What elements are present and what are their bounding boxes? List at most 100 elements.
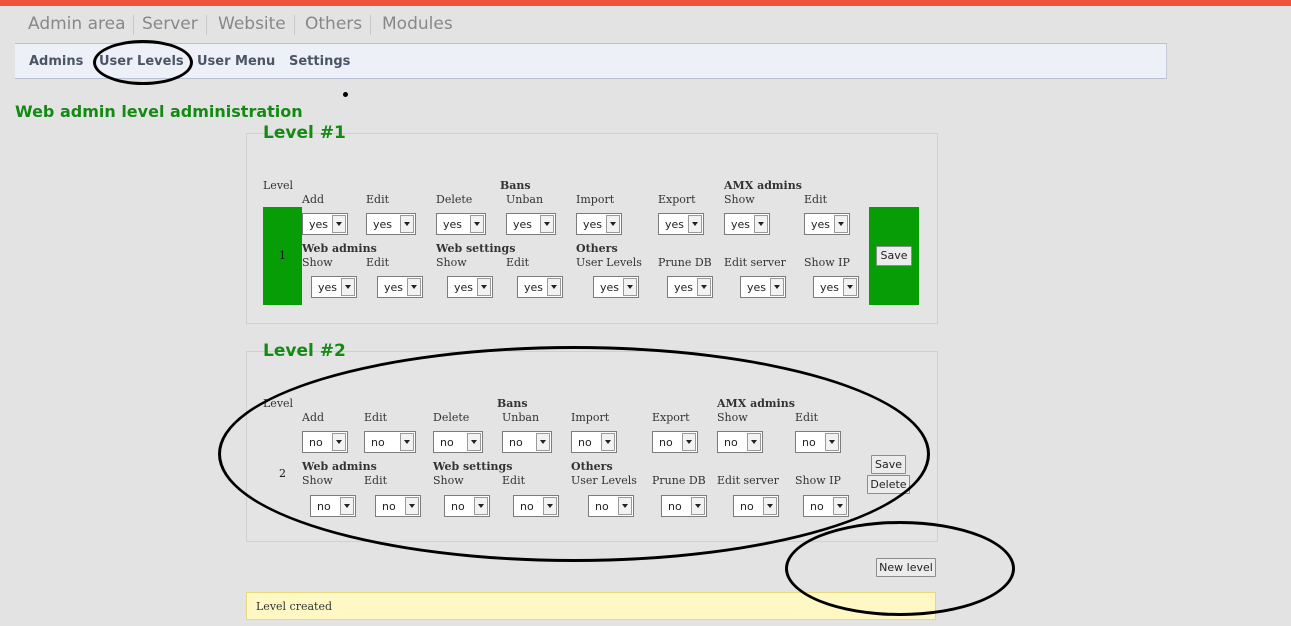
level-2-edit-server-select[interactable]: no (733, 495, 779, 517)
level-2-web-settings-edit-select[interactable]: no (513, 495, 559, 517)
label-edit: Edit (366, 193, 390, 206)
level-1-user-levels-select[interactable]: yes (593, 276, 639, 298)
level-2-export-select[interactable]: no (652, 431, 698, 453)
chevron-down-icon (474, 497, 488, 515)
label-amx-show: Show (717, 411, 748, 424)
label-import: Import (571, 411, 610, 424)
level-2-save-button[interactable]: Save (871, 455, 906, 474)
label-prune-db: Prune DB (652, 474, 706, 487)
label-show-ip: Show IP (795, 474, 841, 487)
chevron-down-icon (540, 215, 554, 233)
level-1-show-ip-select[interactable]: yes (813, 276, 859, 298)
level-2-amx-show-select[interactable]: no (717, 431, 763, 453)
main-nav-modules[interactable]: Modules (382, 14, 453, 34)
label-delete: Delete (436, 193, 473, 206)
sub-nav-admins[interactable]: Admins (29, 54, 83, 69)
chevron-down-icon (467, 433, 481, 451)
level-1-export-select[interactable]: yes (658, 213, 704, 235)
level-2-web-settings-show-select[interactable]: no (444, 495, 490, 517)
level-1-web-admins-edit-select[interactable]: yes (377, 276, 423, 298)
level-1-add-select[interactable]: yes (302, 213, 348, 235)
level-1-amx-edit-select[interactable]: yes (804, 213, 850, 235)
main-nav-server[interactable]: Server (142, 14, 198, 34)
status-notice: Level created (246, 592, 936, 620)
label-unban: Unban (502, 411, 540, 424)
label-user-levels: User Levels (576, 256, 642, 269)
level-2-import-select[interactable]: no (571, 431, 617, 453)
chevron-down-icon (843, 278, 857, 296)
label-web-admins-edit: Edit (364, 474, 388, 487)
main-nav-admin-area[interactable]: Admin area (28, 14, 126, 34)
level-2-user-levels-select[interactable]: no (588, 495, 634, 517)
label-delete: Delete (433, 411, 470, 424)
sub-nav: Admins User Levels User Menu Settings (15, 43, 1167, 79)
label-web-settings-show: Show (433, 474, 464, 487)
level-2-add-select[interactable]: no (302, 431, 348, 453)
level-2-delete-select[interactable]: no (433, 431, 483, 453)
level-1-edit-select[interactable]: yes (366, 213, 416, 235)
level-1-unban-select[interactable]: yes (506, 213, 556, 235)
level-2-show-ip-select[interactable]: no (803, 495, 849, 517)
sub-nav-user-menu[interactable]: User Menu (197, 54, 275, 69)
level-1-edit-server-select[interactable]: yes (740, 276, 786, 298)
level-2-prune-db-select[interactable]: no (661, 495, 707, 517)
level-2-amx-edit-select[interactable]: no (795, 431, 841, 453)
level-1-web-settings-edit-select[interactable]: yes (517, 276, 563, 298)
chevron-down-icon (697, 278, 711, 296)
label-amx-edit: Edit (795, 411, 819, 424)
level-2-web-admins-edit-select[interactable]: no (375, 495, 421, 517)
chevron-down-icon (606, 215, 620, 233)
chevron-down-icon (470, 215, 484, 233)
label-unban: Unban (506, 193, 544, 206)
label-edit: Edit (364, 411, 388, 424)
level-1-prune-db-select[interactable]: yes (667, 276, 713, 298)
chevron-down-icon (834, 215, 848, 233)
group-web-admins-label: Web admins (302, 242, 377, 255)
label-amx-show: Show (724, 193, 755, 206)
level-2-number: 2 (279, 467, 286, 480)
chevron-down-icon (536, 433, 550, 451)
main-nav-others[interactable]: Others (305, 14, 362, 34)
level-2-unban-select[interactable]: no (502, 431, 552, 453)
level-1-title: Level #1 (263, 123, 346, 143)
label-web-admins-edit: Edit (366, 256, 390, 269)
new-level-button[interactable]: New level (876, 558, 936, 577)
level-1-save-button[interactable]: Save (876, 246, 912, 266)
group-bans-label: Bans (497, 397, 528, 410)
level-1-web-settings-show-select[interactable]: yes (447, 276, 493, 298)
chevron-down-icon (754, 215, 768, 233)
label-amx-edit: Edit (804, 193, 828, 206)
chevron-down-icon (332, 215, 346, 233)
level-1-amx-show-select[interactable]: yes (724, 213, 770, 235)
level-column-label: Level (263, 397, 294, 410)
nav-separator (370, 15, 371, 35)
label-export: Export (652, 411, 690, 424)
label-web-settings-show: Show (436, 256, 467, 269)
main-nav-website[interactable]: Website (218, 14, 286, 34)
level-2-delete-button[interactable]: Delete (867, 475, 910, 494)
label-edit-server: Edit server (724, 256, 786, 269)
level-1-web-admins-show-select[interactable]: yes (311, 276, 357, 298)
chevron-down-icon (407, 278, 421, 296)
chevron-down-icon (747, 433, 761, 451)
level-2-web-admins-show-select[interactable]: no (310, 495, 356, 517)
group-web-settings-label: Web settings (433, 460, 513, 473)
label-web-admins-show: Show (302, 256, 333, 269)
label-edit-server: Edit server (717, 474, 779, 487)
sub-nav-settings[interactable]: Settings (289, 54, 350, 69)
sub-nav-user-levels[interactable]: User Levels (99, 54, 184, 69)
nav-separator (294, 15, 295, 35)
label-add: Add (302, 411, 325, 424)
group-others-label: Others (576, 242, 618, 255)
chevron-down-icon (341, 278, 355, 296)
chevron-down-icon (543, 497, 557, 515)
label-show-ip: Show IP (804, 256, 850, 269)
nav-separator (133, 15, 134, 35)
level-2-edit-select[interactable]: no (364, 431, 416, 453)
chevron-down-icon (682, 433, 696, 451)
label-web-settings-edit: Edit (502, 474, 526, 487)
chevron-down-icon (691, 497, 705, 515)
level-1-delete-select[interactable]: yes (436, 213, 486, 235)
group-web-admins-label: Web admins (302, 460, 377, 473)
level-1-import-select[interactable]: yes (576, 213, 622, 235)
